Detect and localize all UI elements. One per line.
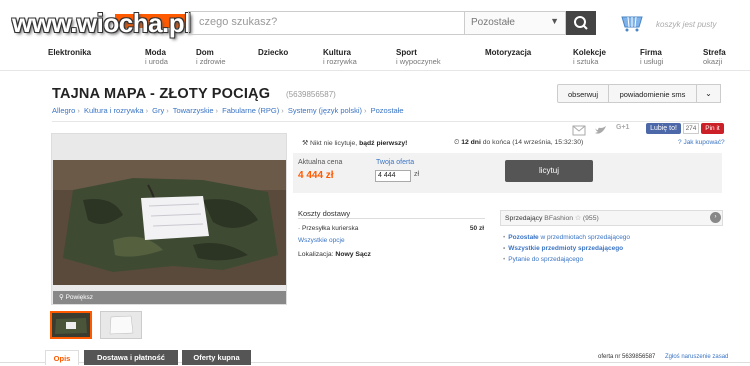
offer-input[interactable]: 4 444 bbox=[375, 170, 411, 182]
nav-item-kolekcje[interactable]: Kolekcje i sztuka bbox=[573, 48, 606, 66]
nav-item-motoryzacja[interactable]: Motoryzacja bbox=[485, 48, 531, 57]
nav-item-dziecko[interactable]: Dziecko bbox=[258, 48, 288, 57]
category-select-value: Pozostałe bbox=[471, 17, 515, 28]
offer-currency: zł bbox=[414, 171, 420, 178]
hammer-icon: ⚒ bbox=[302, 140, 309, 147]
watch-button[interactable]: obserwuj bbox=[557, 84, 609, 103]
ask-seller-link[interactable]: Pytanie do sprzedającego bbox=[503, 256, 583, 263]
breadcrumb-item[interactable]: Gry bbox=[152, 106, 164, 115]
bid-status: ⚒ Nikt nie licytuje, bądź pierwszy! bbox=[302, 140, 408, 147]
product-photo[interactable] bbox=[53, 160, 286, 285]
seller-all-items-link[interactable]: Wszystkie przedmioty sprzedającego bbox=[503, 245, 623, 252]
bid-button[interactable]: licytuj bbox=[505, 160, 593, 182]
breadcrumb-item[interactable]: Kultura i rozrywka bbox=[84, 106, 144, 115]
google-plus-icon[interactable]: G+1 bbox=[616, 124, 629, 131]
nav-item-kultura[interactable]: Kultura i rozrywka bbox=[323, 48, 357, 66]
report-violation-link[interactable]: Zgłoś naruszenie zasad bbox=[665, 354, 728, 360]
tab-offers[interactable]: Oferty kupna bbox=[182, 350, 251, 365]
divider bbox=[52, 121, 722, 122]
tab-opis[interactable]: Opis bbox=[45, 350, 79, 365]
current-price: 4 444 zł bbox=[298, 170, 334, 181]
chevron-down-icon: ⌄ bbox=[705, 89, 712, 98]
chevron-down-icon: ▼ bbox=[550, 16, 559, 26]
shipping-cost: 50 zł bbox=[469, 225, 484, 232]
search-icon bbox=[574, 16, 588, 30]
nav-item-dom[interactable]: Dom i zdrowie bbox=[196, 48, 226, 66]
breadcrumb-item[interactable]: Towarzyskie bbox=[173, 106, 214, 115]
breadcrumb-item[interactable]: Allegro bbox=[52, 106, 75, 115]
thumbnail-1[interactable] bbox=[50, 311, 92, 339]
basket-icon[interactable] bbox=[620, 14, 644, 32]
sms-notification-button[interactable]: powiadomienie sms bbox=[609, 84, 697, 103]
search-input[interactable]: czego szukasz? bbox=[188, 11, 464, 35]
divider bbox=[298, 218, 485, 219]
nav-item-moda[interactable]: Moda i uroda bbox=[145, 48, 168, 66]
seller-name: BFashion bbox=[544, 215, 574, 222]
how-to-buy-link[interactable]: ? Jak kupować? bbox=[678, 139, 725, 146]
category-nav: Elektronika Moda i uroda Dom i zdrowie Dzi… bbox=[0, 42, 750, 71]
item-id: (5639856587) bbox=[286, 90, 336, 99]
current-price-label: Aktualna cena bbox=[298, 159, 343, 166]
thumbnail-2[interactable] bbox=[100, 311, 142, 339]
category-select[interactable]: Pozostałe ▼ bbox=[464, 11, 566, 35]
breadcrumb-item[interactable]: Pozostałe bbox=[371, 106, 404, 115]
help-icon: ? bbox=[678, 139, 682, 146]
breadcrumb-item[interactable]: Fabularne (RPG) bbox=[222, 106, 279, 115]
seller-info: Sprzedający BFashion ☆ (955) bbox=[505, 215, 599, 222]
breadcrumb-item[interactable]: Systemy (język polski) bbox=[288, 106, 362, 115]
nav-item-sport[interactable]: Sport i wypoczynek bbox=[396, 48, 441, 66]
location: Lokalizacja: Nowy Sącz bbox=[298, 251, 371, 258]
breadcrumb: Allegro › Kultura i rozrywka › Gry › Towarz… bbox=[52, 106, 404, 115]
like-count: 274 bbox=[683, 123, 699, 134]
star-icon: ☆ bbox=[574, 215, 581, 222]
nav-item-elektronika[interactable]: Elektronika bbox=[48, 48, 91, 57]
nav-item-firma[interactable]: Firma i usługi bbox=[640, 48, 663, 66]
shipping-title: Koszty dostawy bbox=[298, 209, 351, 218]
your-offer-label[interactable]: Twoja oferta bbox=[376, 159, 414, 166]
clock-icon: ⏲ bbox=[454, 139, 460, 146]
chevron-right-icon[interactable]: › bbox=[710, 212, 721, 223]
search-button[interactable] bbox=[566, 11, 596, 35]
page-title: TAJNA MAPA - ZŁOTY POCIĄG bbox=[52, 86, 271, 102]
seller-other-items-link[interactable]: Pozostałe w przedmiotach sprzedającego bbox=[503, 234, 630, 241]
tab-delivery[interactable]: Dostawa i płatność bbox=[84, 350, 178, 365]
shipping-option: · Przesyłka kurierska 50 zł bbox=[298, 225, 484, 232]
auction-timer: ⏲ 12 dni do końca (14 września, 15:32:30… bbox=[454, 139, 584, 146]
more-options-button[interactable]: ⌄ bbox=[697, 84, 721, 103]
twitter-icon[interactable] bbox=[594, 123, 608, 141]
nav-item-strefa[interactable]: Strefa okazji bbox=[703, 48, 726, 66]
site-logo[interactable]: www.wiocha.pl bbox=[12, 8, 191, 39]
pinterest-button[interactable]: Pin it bbox=[701, 123, 724, 134]
seller-rating: (955) bbox=[582, 215, 599, 222]
all-shipping-options-link[interactable]: Wszystkie opcje bbox=[298, 237, 345, 244]
offer-number: oferta nr 5639856587 bbox=[598, 354, 656, 360]
facebook-like-button[interactable]: Lubię to! bbox=[646, 123, 681, 134]
zoom-button[interactable]: ⚲ Powiększ bbox=[53, 291, 286, 304]
magnifier-icon: ⚲ bbox=[59, 294, 64, 301]
basket-status: koszyk jest pusty bbox=[656, 20, 717, 29]
